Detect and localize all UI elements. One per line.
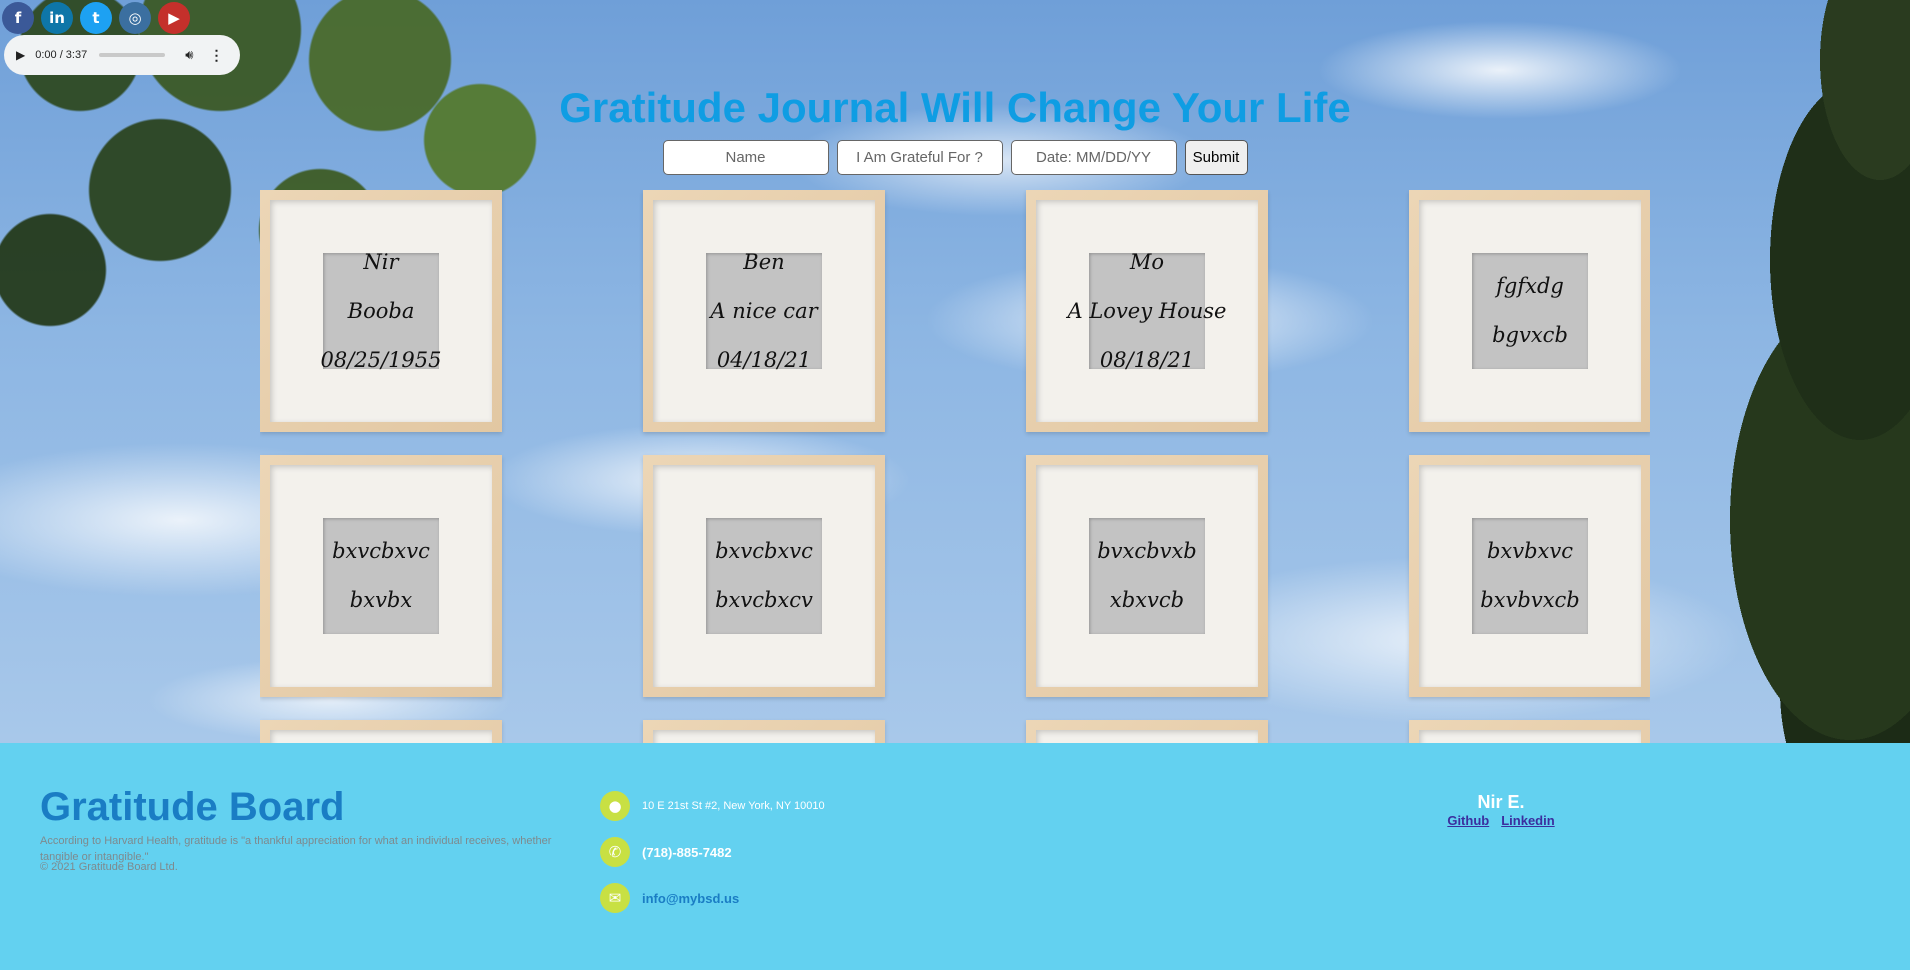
card-line: bxvbx xyxy=(349,588,413,612)
card-line: Ben xyxy=(743,249,785,274)
play-icon[interactable]: ▶ xyxy=(16,48,25,62)
name-input[interactable] xyxy=(662,140,829,175)
gratitude-card: Ben A nice car 04/18/21 xyxy=(643,190,885,432)
card-line: Nir xyxy=(363,249,399,274)
card-line: 08/18/21 xyxy=(1099,347,1195,372)
gratitude-card: bxvbxvc bxvbvxcb xyxy=(1409,455,1650,697)
card-mat xyxy=(1419,730,1641,743)
card-line: bxvbvxcb xyxy=(1480,588,1580,612)
author-links: Github Linkedin xyxy=(1446,813,1556,828)
gratitude-card: bxvcbxvc bxvbx xyxy=(260,455,502,697)
github-link[interactable]: Github xyxy=(1447,813,1489,828)
email-row: ✉ info@mybsd.us xyxy=(600,883,825,913)
audio-progress-slider[interactable] xyxy=(99,53,166,57)
card-line: Booba xyxy=(347,298,415,323)
gratitude-cards-grid: Nir Booba 08/25/1955 Ben A nice car 04/18/21 M… xyxy=(260,190,1650,743)
audio-player[interactable]: ▶ 0:00 / 3:37 🔊︎ ⋮ xyxy=(4,35,240,75)
card-mat xyxy=(653,730,875,743)
submit-button[interactable]: Submit xyxy=(1184,140,1248,175)
card-text: bxvcbxvc bxvbx xyxy=(270,465,492,687)
card-line: xbxvcb xyxy=(1109,588,1185,612)
card-line: 04/18/21 xyxy=(716,347,812,372)
social-links: f in t ◎ ▶ xyxy=(0,0,192,36)
gratitude-card: bxvcbxvc bxvcbxcv xyxy=(643,455,885,697)
address-row: ● 10 E 21st St #2, New York, NY 10010 xyxy=(600,791,825,821)
location-pin-icon: ● xyxy=(600,791,630,821)
gratitude-card: fgfxdg bgvxcb xyxy=(1409,190,1650,432)
facebook-icon[interactable]: f xyxy=(2,2,34,34)
phone-icon: ✆ xyxy=(600,837,630,867)
card-text: bxvbxvc bxvbvxcb xyxy=(1419,465,1641,687)
card-mat: fgfxdg bgvxcb xyxy=(1419,200,1641,422)
grateful-for-input[interactable] xyxy=(836,140,1003,175)
footer-copyright: © 2021 Gratitude Board Ltd. xyxy=(40,861,178,873)
volume-icon[interactable]: 🔊︎ xyxy=(185,47,193,63)
card-text: Nir Booba 08/25/1955 xyxy=(270,200,492,422)
page-title: Gratitude Journal Will Change Your Life xyxy=(559,84,1351,131)
footer-brand: Gratitude Board xyxy=(40,785,345,829)
card-text: bxvcbxvc bxvcbxcv xyxy=(653,465,875,687)
card-text: Ben A nice car 04/18/21 xyxy=(653,200,875,422)
youtube-icon[interactable]: ▶ xyxy=(158,2,190,34)
card-text xyxy=(1036,730,1258,743)
phone-row: ✆ (718)-885-7482 xyxy=(600,837,825,867)
gratitude-card xyxy=(1026,720,1268,743)
linkedin-icon[interactable]: in xyxy=(41,2,73,34)
card-line: fgfxdg xyxy=(1496,274,1564,298)
gratitude-card: Mo A Lovey House 08/18/21 xyxy=(1026,190,1268,432)
card-mat: bxvcbxvc bxvcbxcv xyxy=(653,465,875,687)
card-line: bxvbxvc xyxy=(1486,539,1574,563)
card-mat xyxy=(270,730,492,743)
contact-info: ● 10 E 21st St #2, New York, NY 10010 ✆ … xyxy=(600,791,825,929)
card-text xyxy=(653,730,875,743)
email-link[interactable]: info@mybsd.us xyxy=(642,891,739,906)
linkedin-link[interactable]: Linkedin xyxy=(1501,813,1554,828)
card-mat xyxy=(1036,730,1258,743)
gratitude-card xyxy=(1409,720,1650,743)
footer: Gratitude Board According to Harvard Hea… xyxy=(0,743,1910,970)
card-mat: Mo A Lovey House 08/18/21 xyxy=(1036,200,1258,422)
phone-text: (718)-885-7482 xyxy=(642,844,732,860)
card-text: fgfxdg bgvxcb xyxy=(1419,200,1641,422)
card-line: Mo xyxy=(1129,249,1165,274)
more-options-icon[interactable]: ⋮ xyxy=(209,47,223,64)
card-line: 08/25/1955 xyxy=(320,347,442,372)
gratitude-card xyxy=(260,720,502,743)
card-line: bvxcbvxb xyxy=(1097,539,1197,563)
gratitude-card xyxy=(643,720,885,743)
author-name: Nir E. xyxy=(1477,792,1525,812)
card-text xyxy=(1419,730,1641,743)
author-block: Nir E. Github Linkedin xyxy=(1446,792,1556,828)
gratitude-form: Submit xyxy=(0,140,1910,175)
card-mat: bxvcbxvc bxvbx xyxy=(270,465,492,687)
card-line: bxvcbxcv xyxy=(715,588,813,612)
card-mat: Ben A nice car 04/18/21 xyxy=(653,200,875,422)
card-line: bxvcbxvc xyxy=(332,539,430,563)
card-text xyxy=(270,730,492,743)
date-input[interactable] xyxy=(1010,140,1177,175)
twitter-icon[interactable]: t xyxy=(80,2,112,34)
card-text: bvxcbvxb xbxvcb xyxy=(1036,465,1258,687)
card-mat: bvxcbvxb xbxvcb xyxy=(1036,465,1258,687)
card-line: bxvcbxvc xyxy=(715,539,813,563)
card-text: Mo A Lovey House 08/18/21 xyxy=(1036,200,1258,422)
card-line: bgvxcb xyxy=(1492,323,1568,347)
card-mat: bxvbxvc bxvbvxcb xyxy=(1419,465,1641,687)
audio-time: 0:00 / 3:37 xyxy=(35,49,88,61)
card-line: A nice car xyxy=(710,298,818,323)
gratitude-card: Nir Booba 08/25/1955 xyxy=(260,190,502,432)
hero-background: f in t ◎ ▶ ▶ 0:00 / 3:37 🔊︎ ⋮ Gratitude Jour… xyxy=(0,0,1910,743)
address-text: 10 E 21st St #2, New York, NY 10010 xyxy=(642,800,825,812)
instagram-icon[interactable]: ◎ xyxy=(119,2,151,34)
card-line: A Lovey House xyxy=(1067,298,1227,323)
envelope-icon: ✉ xyxy=(600,883,630,913)
card-mat: Nir Booba 08/25/1955 xyxy=(270,200,492,422)
gratitude-card: bvxcbvxb xbxvcb xyxy=(1026,455,1268,697)
